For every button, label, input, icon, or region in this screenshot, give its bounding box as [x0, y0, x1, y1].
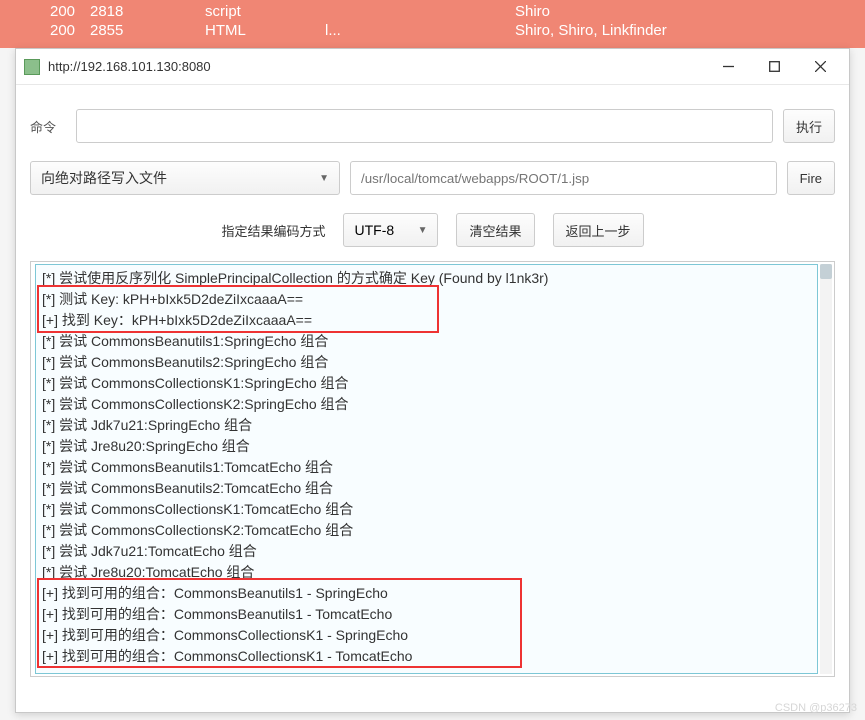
command-input[interactable] [76, 109, 773, 143]
result-line: [+] 找到可用的组合：CommonsBeanutils1 - TomcatEc… [42, 604, 811, 625]
encoding-select[interactable]: UTF-8 ▼ [343, 213, 438, 247]
bg-cell: Shiro [515, 3, 865, 20]
bg-row: 200 2818 script Shiro [0, 2, 865, 21]
result-line: [*] 尝试 CommonsCollectionsK2:SpringEcho 组… [42, 394, 811, 415]
result-line: [*] 尝试 CommonsBeanutils2:TomcatEcho 组合 [42, 478, 811, 499]
bg-cell: l... [325, 22, 515, 39]
close-icon [815, 61, 826, 72]
result-line: [*] 尝试 CommonsBeanutils1:TomcatEcho 组合 [42, 457, 811, 478]
execute-button[interactable]: 执行 [783, 109, 835, 143]
clear-label: 清空结果 [469, 221, 521, 240]
minimize-icon [723, 61, 734, 72]
bg-cell [325, 3, 515, 20]
result-line: [*] 尝试 CommonsCollectionsK1:SpringEcho 组… [42, 373, 811, 394]
minimize-button[interactable] [705, 52, 751, 82]
window-title: http://192.168.101.130:8080 [48, 59, 705, 74]
watermark: CSDN @p36273 [775, 702, 857, 714]
result-line: [*] 尝试 CommonsBeanutils1:SpringEcho 组合 [42, 331, 811, 352]
app-icon [24, 59, 40, 75]
encoding-value: UTF-8 [354, 222, 394, 238]
results-panel: [*] 尝试使用反序列化 SimplePrincipalCollection 的… [30, 261, 835, 677]
maximize-button[interactable] [751, 52, 797, 82]
result-line: [+] 找到可用的组合：CommonsCollectionsK1 - Sprin… [42, 625, 811, 646]
bg-cell: script [205, 3, 325, 20]
close-button[interactable] [797, 52, 843, 82]
scroll-thumb[interactable] [820, 264, 832, 279]
result-line: [*] 尝试 Jdk7u21:TomcatEcho 组合 [42, 541, 811, 562]
result-line: [*] 尝试 Jre8u20:SpringEcho 组合 [42, 436, 811, 457]
result-line: [+] 找到可用的组合：CommonsCollectionsK1 - Tomca… [42, 646, 811, 667]
result-line: [*] 测试 Key: kPH+bIxk5D2deZiIxcaaaA== [42, 289, 811, 310]
clear-results-button[interactable]: 清空结果 [456, 213, 534, 247]
scrollbar[interactable] [820, 264, 832, 674]
execute-label: 执行 [796, 117, 822, 136]
result-line: [*] 尝试 Jdk7u21:SpringEcho 组合 [42, 415, 811, 436]
bg-cell: 200 [0, 3, 90, 20]
bg-cell: HTML [205, 22, 325, 39]
chevron-down-icon: ▼ [319, 173, 329, 184]
result-line: [*] 尝试 CommonsCollectionsK2:TomcatEcho 组… [42, 520, 811, 541]
app-window: http://192.168.101.130:8080 命令 执行 向绝对路径写… [15, 48, 850, 713]
chevron-down-icon: ▼ [418, 225, 428, 236]
result-line: [+] 找到可用的组合：CommonsBeanutils1 - SpringEc… [42, 583, 811, 604]
encoding-label: 指定结果编码方式 [221, 221, 325, 240]
back-label: 返回上一步 [566, 221, 631, 240]
result-line: [*] 尝试使用反序列化 SimplePrincipalCollection 的… [42, 268, 811, 289]
result-line: [+] 找到 Key：kPH+bIxk5D2deZiIxcaaaA== [42, 310, 811, 331]
path-input[interactable] [350, 161, 777, 195]
maximize-icon [769, 61, 780, 72]
results-text[interactable]: [*] 尝试使用反序列化 SimplePrincipalCollection 的… [35, 264, 818, 674]
fire-label: Fire [800, 171, 822, 186]
bg-row: 200 2855 HTML l... Shiro, Shiro, Linkfin… [0, 21, 865, 40]
result-line: [*] 尝试 CommonsCollectionsK1:TomcatEcho 组… [42, 499, 811, 520]
back-button[interactable]: 返回上一步 [553, 213, 644, 247]
bg-cell: Shiro, Shiro, Linkfinder [515, 22, 865, 39]
command-label: 命令 [30, 117, 66, 136]
bg-cell: 2855 [90, 22, 205, 39]
action-select[interactable]: 向绝对路径写入文件 ▼ [30, 161, 340, 195]
result-line: [*] 尝试 Jre8u20:TomcatEcho 组合 [42, 562, 811, 583]
bg-cell: 2818 [90, 3, 205, 20]
action-select-value: 向绝对路径写入文件 [41, 168, 167, 188]
background-table: 200 2818 script Shiro 200 2855 HTML l...… [0, 0, 865, 48]
titlebar: http://192.168.101.130:8080 [16, 49, 849, 85]
bg-cell: 200 [0, 22, 90, 39]
result-line: [*] 尝试 CommonsBeanutils2:SpringEcho 组合 [42, 352, 811, 373]
fire-button[interactable]: Fire [787, 161, 835, 195]
